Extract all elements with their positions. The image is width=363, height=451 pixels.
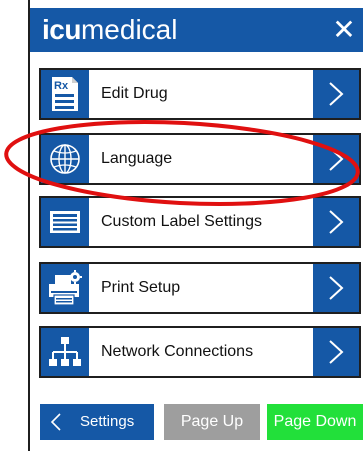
chevron-right-icon <box>313 135 359 183</box>
menu-item-label: Network Connections <box>101 343 254 360</box>
close-button[interactable]: ✕ <box>327 12 361 48</box>
globe-icon <box>41 135 89 183</box>
menu-item-custom-label-settings[interactable]: Custom Label Settings <box>39 196 361 248</box>
chevron-right-icon <box>313 328 359 376</box>
page-down-button[interactable]: Page Down <box>267 404 363 440</box>
page-down-label: Page Down <box>273 413 357 430</box>
chevron-right-icon <box>313 70 359 118</box>
chevron-right-icon <box>313 198 359 246</box>
brand-logo: icumedical <box>42 13 177 47</box>
logo-light: medical <box>80 14 178 45</box>
menu-item-label: Custom Label Settings <box>101 213 262 230</box>
chevron-right-icon <box>313 264 359 312</box>
menu-item-label: Edit Drug <box>101 85 168 102</box>
menu-item-network-connections[interactable]: Network Connections <box>39 326 361 378</box>
header-bar: icumedical ✕ <box>30 8 363 52</box>
page-up-label: Page Up <box>180 413 244 430</box>
chevron-left-icon <box>50 413 61 431</box>
printer-gear-icon <box>41 264 89 312</box>
svg-text:Rx: Rx <box>54 80 69 92</box>
menu-item-label: Print Setup <box>101 279 181 296</box>
network-tree-icon <box>41 328 89 376</box>
menu-item-edit-drug[interactable]: Rx Edit Drug <box>39 68 361 120</box>
close-icon: ✕ <box>332 14 356 45</box>
menu-item-print-setup[interactable]: Print Setup <box>39 262 361 314</box>
logo-bold: icu <box>42 14 81 45</box>
menu-item-label: Language <box>101 150 173 167</box>
page-up-button[interactable]: Page Up <box>164 404 260 440</box>
back-button-label: Settings <box>80 413 135 430</box>
prescription-document-icon: Rx <box>41 70 89 118</box>
back-to-settings-button[interactable]: Settings <box>40 404 154 440</box>
label-card-icon <box>41 198 89 246</box>
menu-item-language[interactable]: Language <box>39 133 361 185</box>
